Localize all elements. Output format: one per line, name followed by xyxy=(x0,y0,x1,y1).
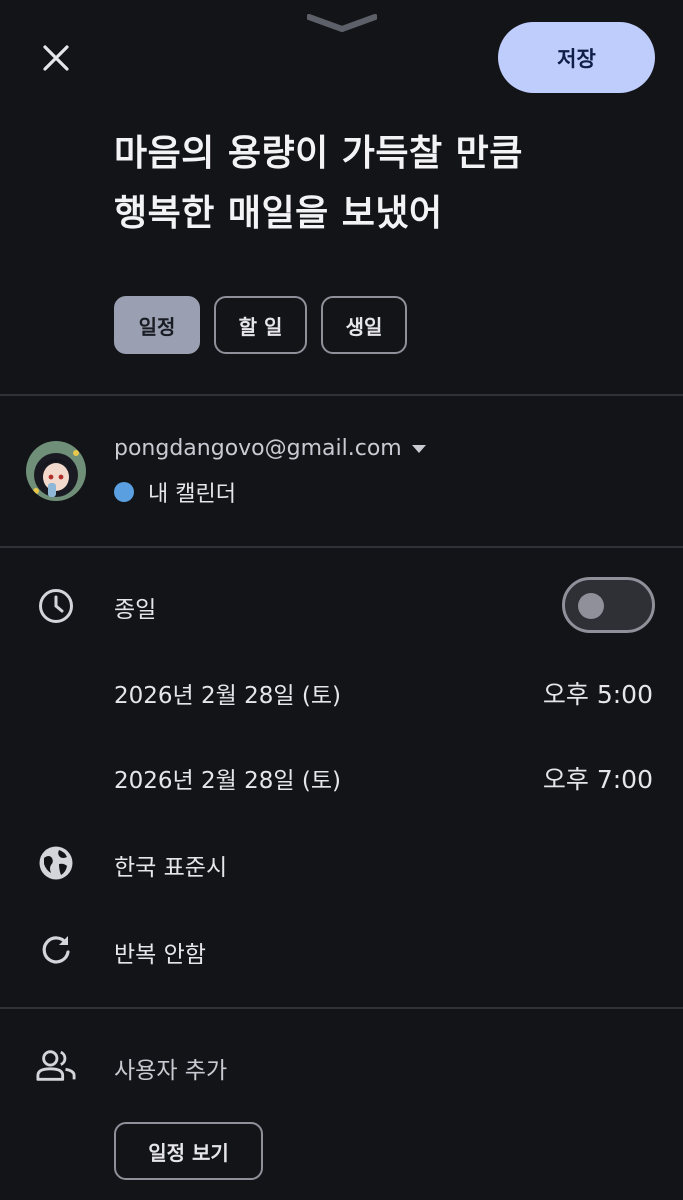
divider xyxy=(0,1007,683,1009)
dropdown-arrow-icon xyxy=(411,444,426,453)
toggle-knob xyxy=(578,593,604,619)
account-email: pongdangovo@gmail.com xyxy=(114,436,402,461)
start-time[interactable]: 오후 5:00 xyxy=(543,675,653,711)
people-icon xyxy=(36,1046,76,1086)
calendar-name: 내 캘린더 xyxy=(148,482,236,507)
calendar-selector[interactable]: 내 캘린더 xyxy=(114,476,236,508)
event-title-line-1: 마음의 용량이 가득찰 만큼 xyxy=(114,133,523,174)
all-day-label: 종일 xyxy=(114,597,157,623)
all-day-toggle[interactable] xyxy=(562,577,655,633)
divider xyxy=(0,394,683,396)
event-title-line-2: 행복한 매일을 보냈어 xyxy=(114,193,443,234)
close-button[interactable] xyxy=(30,34,82,82)
end-time[interactable]: 오후 7:00 xyxy=(543,760,653,796)
chevron-down-icon[interactable] xyxy=(307,12,377,34)
timezone-value[interactable]: 한국 표준시 xyxy=(114,848,227,882)
close-icon xyxy=(43,45,69,71)
event-type-chips: 일정 할 일 생일 xyxy=(114,296,407,354)
save-button[interactable]: 저장 xyxy=(498,22,655,93)
calendar-color-dot xyxy=(114,482,134,502)
end-date[interactable]: 2026년 2월 28일 (토) xyxy=(114,761,341,795)
event-title-input[interactable]: 마음의 용량이 가득찰 만큼 행복한 매일을 보냈어 xyxy=(114,124,634,244)
chip-event[interactable]: 일정 xyxy=(114,296,200,354)
divider xyxy=(0,546,683,548)
account-selector[interactable]: pongdangovo@gmail.com xyxy=(114,436,426,461)
chip-birthday[interactable]: 생일 xyxy=(321,296,407,354)
globe-icon xyxy=(36,843,76,883)
chip-task[interactable]: 할 일 xyxy=(214,296,307,354)
start-date[interactable]: 2026년 2월 28일 (토) xyxy=(114,676,341,710)
event-edit-sheet: 저장 마음의 용량이 가득찰 만큼 행복한 매일을 보냈어 일정 할 일 생일 … xyxy=(0,0,683,1200)
view-schedule-button[interactable]: 일정 보기 xyxy=(114,1122,263,1180)
repeat-value[interactable]: 반복 안함 xyxy=(114,935,206,969)
repeat-icon xyxy=(36,930,76,970)
avatar xyxy=(26,441,86,501)
clock-icon xyxy=(36,586,76,626)
add-people-field[interactable]: 사용자 추가 xyxy=(114,1051,227,1085)
